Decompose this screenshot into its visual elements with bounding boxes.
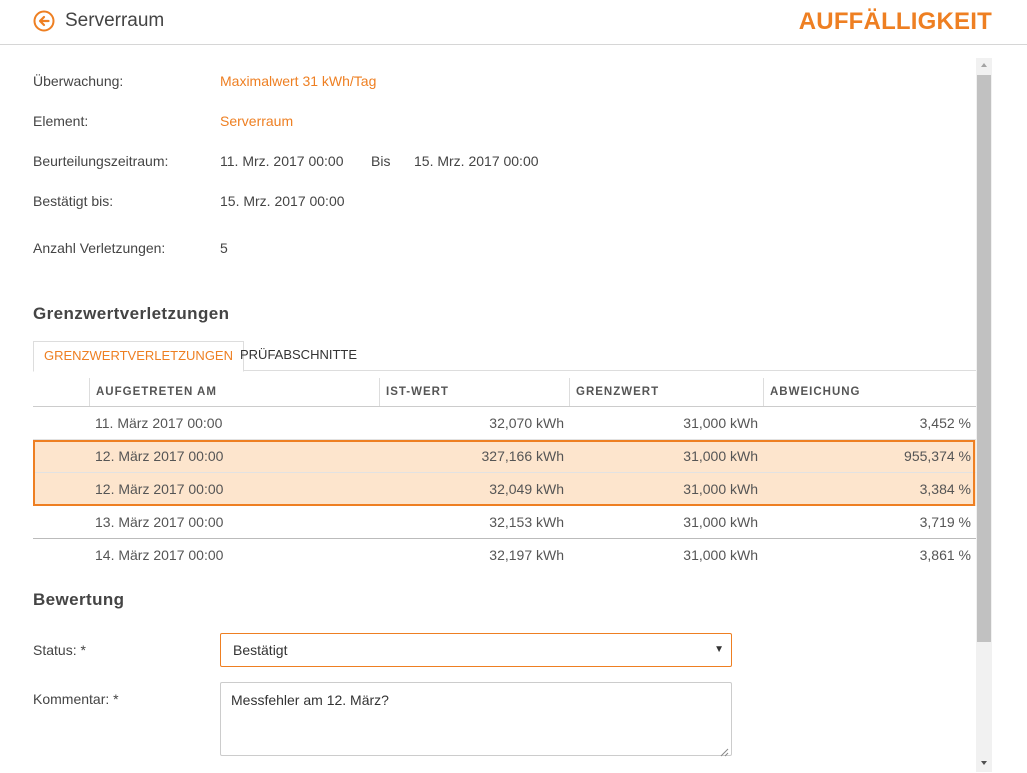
app-header: Serverraum AUFFÄLLIGKEIT	[0, 0, 1027, 45]
cell-deviation: 3,861 %	[919, 547, 971, 563]
cell-actual: 32,049 kWh	[489, 481, 564, 497]
comment-textarea[interactable]: Messfehler am 12. März?	[220, 682, 732, 757]
table-row[interactable]: 14. März 2017 00:00 32,197 kWh 31,000 kW…	[33, 539, 976, 572]
cell-limit: 31,000 kWh	[683, 448, 758, 464]
scrollbar-thumb[interactable]	[977, 75, 991, 642]
period-label: Beurteilungszeitraum:	[33, 153, 169, 169]
assessment-section-title: Bewertung	[33, 590, 125, 609]
period-from: 11. Mrz. 2017 00:00	[220, 153, 344, 169]
table-row[interactable]: 12. März 2017 00:00 32,049 kWh 31,000 kW…	[33, 473, 976, 506]
monitoring-label: Überwachung:	[33, 73, 124, 89]
table-row[interactable]: 13. März 2017 00:00 32,153 kWh 31,000 kW…	[33, 506, 976, 539]
main-content: Überwachung: Maximalwert 31 kWh/Tag Elem…	[0, 45, 976, 772]
cell-actual: 32,153 kWh	[489, 514, 564, 530]
table-header: AUFGETRETEN AM IST-WERT GRENZWERT ABWEIC…	[33, 378, 976, 407]
column-header-limit[interactable]: GRENZWERT	[569, 378, 763, 406]
cell-occurred: 14. März 2017 00:00	[95, 547, 224, 563]
arrow-left-circle-icon[interactable]	[33, 10, 55, 32]
violations-count-value: 5	[220, 240, 228, 256]
cell-actual: 32,197 kWh	[489, 547, 564, 563]
table-row[interactable]: 11. März 2017 00:00 32,070 kWh 31,000 kW…	[33, 407, 976, 440]
comment-label: Kommentar: *	[33, 691, 119, 707]
cell-deviation: 3,452 %	[919, 415, 971, 431]
status-select[interactable]: Bestätigt ▼	[220, 633, 732, 667]
caret-down-icon: ▼	[714, 644, 724, 655]
period-separator: Bis	[371, 153, 391, 169]
violations-tabs: GRENZWERTVERLETZUNGEN PRÜFABSCHNITTE	[33, 341, 976, 372]
cell-deviation: 955,374 %	[904, 448, 971, 464]
table-row[interactable]: 12. März 2017 00:00 327,166 kWh 31,000 k…	[33, 440, 976, 473]
page-title: Serverraum	[65, 10, 165, 31]
tab-violations[interactable]: GRENZWERTVERLETZUNGEN	[33, 341, 244, 372]
cell-limit: 31,000 kWh	[683, 481, 758, 497]
cell-limit: 31,000 kWh	[683, 415, 758, 431]
violations-table: AUFGETRETEN AM IST-WERT GRENZWERT ABWEIC…	[33, 378, 976, 572]
cell-actual: 327,166 kWh	[481, 448, 565, 464]
tab-check-periods[interactable]: PRÜFABSCHNITTE	[230, 341, 367, 369]
status-select-value: Bestätigt	[233, 642, 288, 658]
element-label: Element:	[33, 113, 89, 129]
cell-occurred: 12. März 2017 00:00	[95, 481, 224, 497]
violations-count-label: Anzahl Verletzungen:	[33, 240, 166, 256]
confirmed-label: Bestätigt bis:	[33, 193, 114, 209]
period-to: 15. Mrz. 2017 00:00	[414, 153, 539, 169]
status-label: Status: *	[33, 642, 86, 658]
scroll-down-arrow-icon[interactable]	[976, 756, 992, 770]
confirmed-value: 15. Mrz. 2017 00:00	[220, 193, 345, 209]
resize-handle-icon[interactable]	[720, 744, 729, 757]
column-header-deviation[interactable]: ABWEICHUNG	[763, 378, 976, 406]
cell-limit: 31,000 kWh	[683, 514, 758, 530]
vertical-scrollbar[interactable]	[976, 58, 992, 772]
comment-text: Messfehler am 12. März?	[231, 692, 389, 708]
cell-actual: 32,070 kWh	[489, 415, 564, 431]
scroll-up-arrow-icon[interactable]	[976, 58, 992, 72]
element-link[interactable]: Serverraum	[220, 113, 293, 129]
cell-limit: 31,000 kWh	[683, 547, 758, 563]
monitoring-link[interactable]: Maximalwert 31 kWh/Tag	[220, 73, 376, 89]
cell-deviation: 3,719 %	[919, 514, 971, 530]
column-header-actual[interactable]: IST-WERT	[379, 378, 569, 406]
cell-occurred: 12. März 2017 00:00	[95, 448, 224, 464]
cell-occurred: 13. März 2017 00:00	[95, 514, 224, 530]
cell-occurred: 11. März 2017 00:00	[95, 415, 223, 431]
cell-deviation: 3,384 %	[919, 481, 971, 497]
violations-section-title: Grenzwertverletzungen	[33, 304, 230, 323]
column-header-occurred[interactable]: AUFGETRETEN AM	[89, 378, 379, 406]
anomaly-badge: AUFFÄLLIGKEIT	[798, 8, 992, 35]
